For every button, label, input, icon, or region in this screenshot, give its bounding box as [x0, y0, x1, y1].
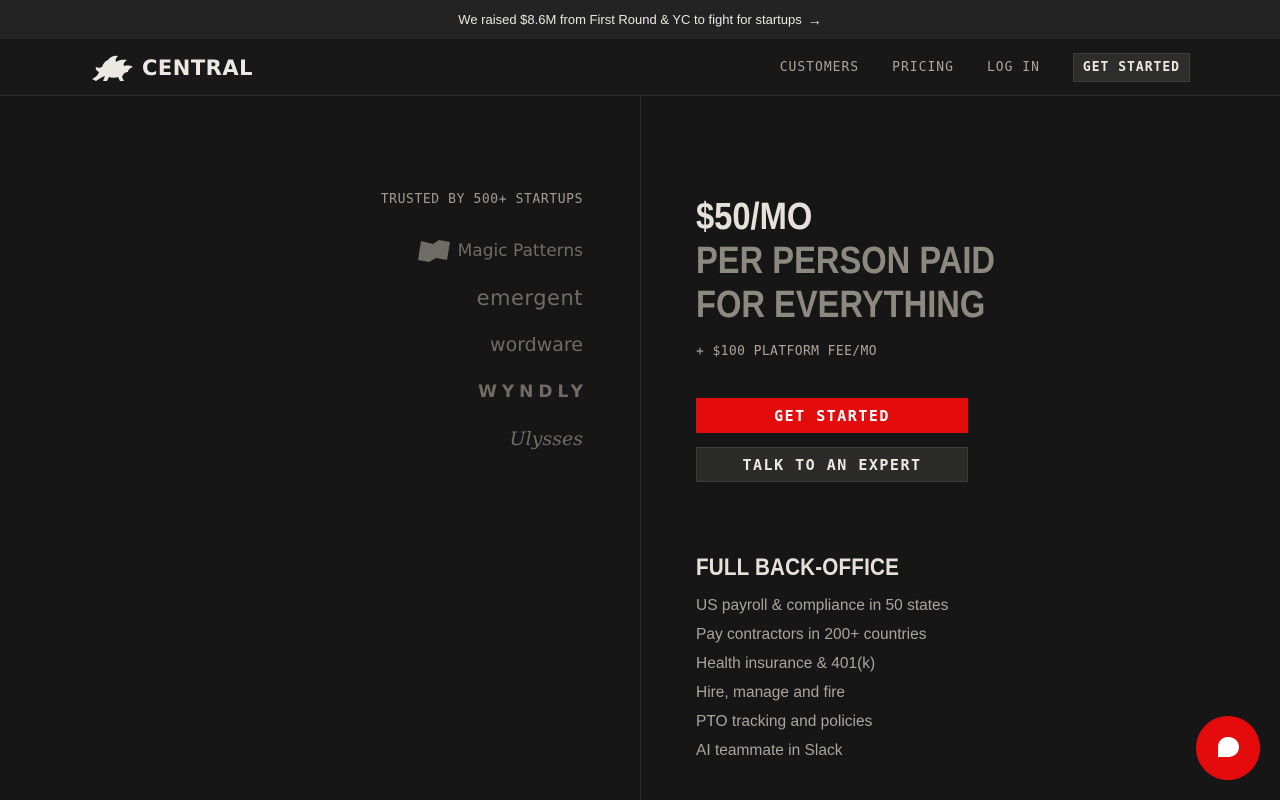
talk-to-expert-button[interactable]: TALK TO AN EXPERT [696, 447, 968, 482]
chat-bubble-icon [1218, 737, 1239, 757]
nav-link-customers[interactable]: CUSTOMERS [780, 60, 859, 75]
nav-links: CUSTOMERS PRICING LOG IN GET STARTED [747, 53, 1190, 82]
wordware-logo: wordware [490, 334, 583, 356]
brand-name: CENTRAL [142, 56, 253, 80]
magic-patterns-label: Magic Patterns [457, 241, 583, 261]
price-line-1: PER PERSON PAID [696, 240, 996, 282]
magic-patterns-icon [417, 240, 450, 262]
feature-item: US payroll & compliance in 50 states [696, 597, 949, 614]
price-line-2: FOR EVERYTHING [696, 284, 986, 326]
nav-get-started-button[interactable]: GET STARTED [1072, 53, 1190, 82]
brand-logo[interactable]: CENTRAL [90, 53, 253, 83]
feature-item: AI teammate in Slack [696, 742, 843, 759]
arrow-right-icon: → [807, 11, 822, 28]
feature-item: Pay contractors in 200+ countries [696, 626, 927, 643]
emergent-logo: emergent [476, 286, 583, 310]
chat-launcher-button[interactable] [1196, 716, 1260, 780]
feature-item: PTO tracking and policies [696, 713, 873, 730]
ulysses-logo: Ulysses [509, 428, 583, 450]
pricing-headline: $50/MO PER PERSON PAID FOR EVERYTHING [696, 195, 1044, 327]
nav-link-login[interactable]: LOG IN [987, 60, 1040, 75]
features-list: US payroll & compliance in 50 states Pay… [696, 595, 948, 769]
nav-link-pricing[interactable]: PRICING [892, 60, 954, 75]
platform-fee: + $100 PLATFORM FEE/MO [696, 344, 877, 359]
announcement-text: We raised $8.6M from First Round & YC to… [458, 12, 802, 27]
price-amount: $50/MO [696, 196, 813, 238]
get-started-button[interactable]: GET STARTED [696, 398, 968, 433]
column-divider [640, 96, 641, 800]
feature-item: Hire, manage and fire [696, 684, 846, 701]
trusted-label: TRUSTED BY 500+ STARTUPS [380, 192, 583, 207]
top-nav: CENTRAL CUSTOMERS PRICING LOG IN GET STA… [0, 39, 1280, 96]
customer-logos: Magic Patterns emergent wordware WYNDLY … [343, 236, 583, 471]
features-title: FULL BACK-OFFICE [696, 554, 900, 581]
wyndly-logo: WYNDLY [478, 382, 588, 402]
announcement-bar[interactable]: We raised $8.6M from First Round & YC to… [0, 0, 1280, 39]
magic-patterns-logo: Magic Patterns [417, 236, 583, 266]
griffin-logo-icon [92, 55, 133, 81]
feature-item: Health insurance & 401(k) [696, 655, 876, 672]
